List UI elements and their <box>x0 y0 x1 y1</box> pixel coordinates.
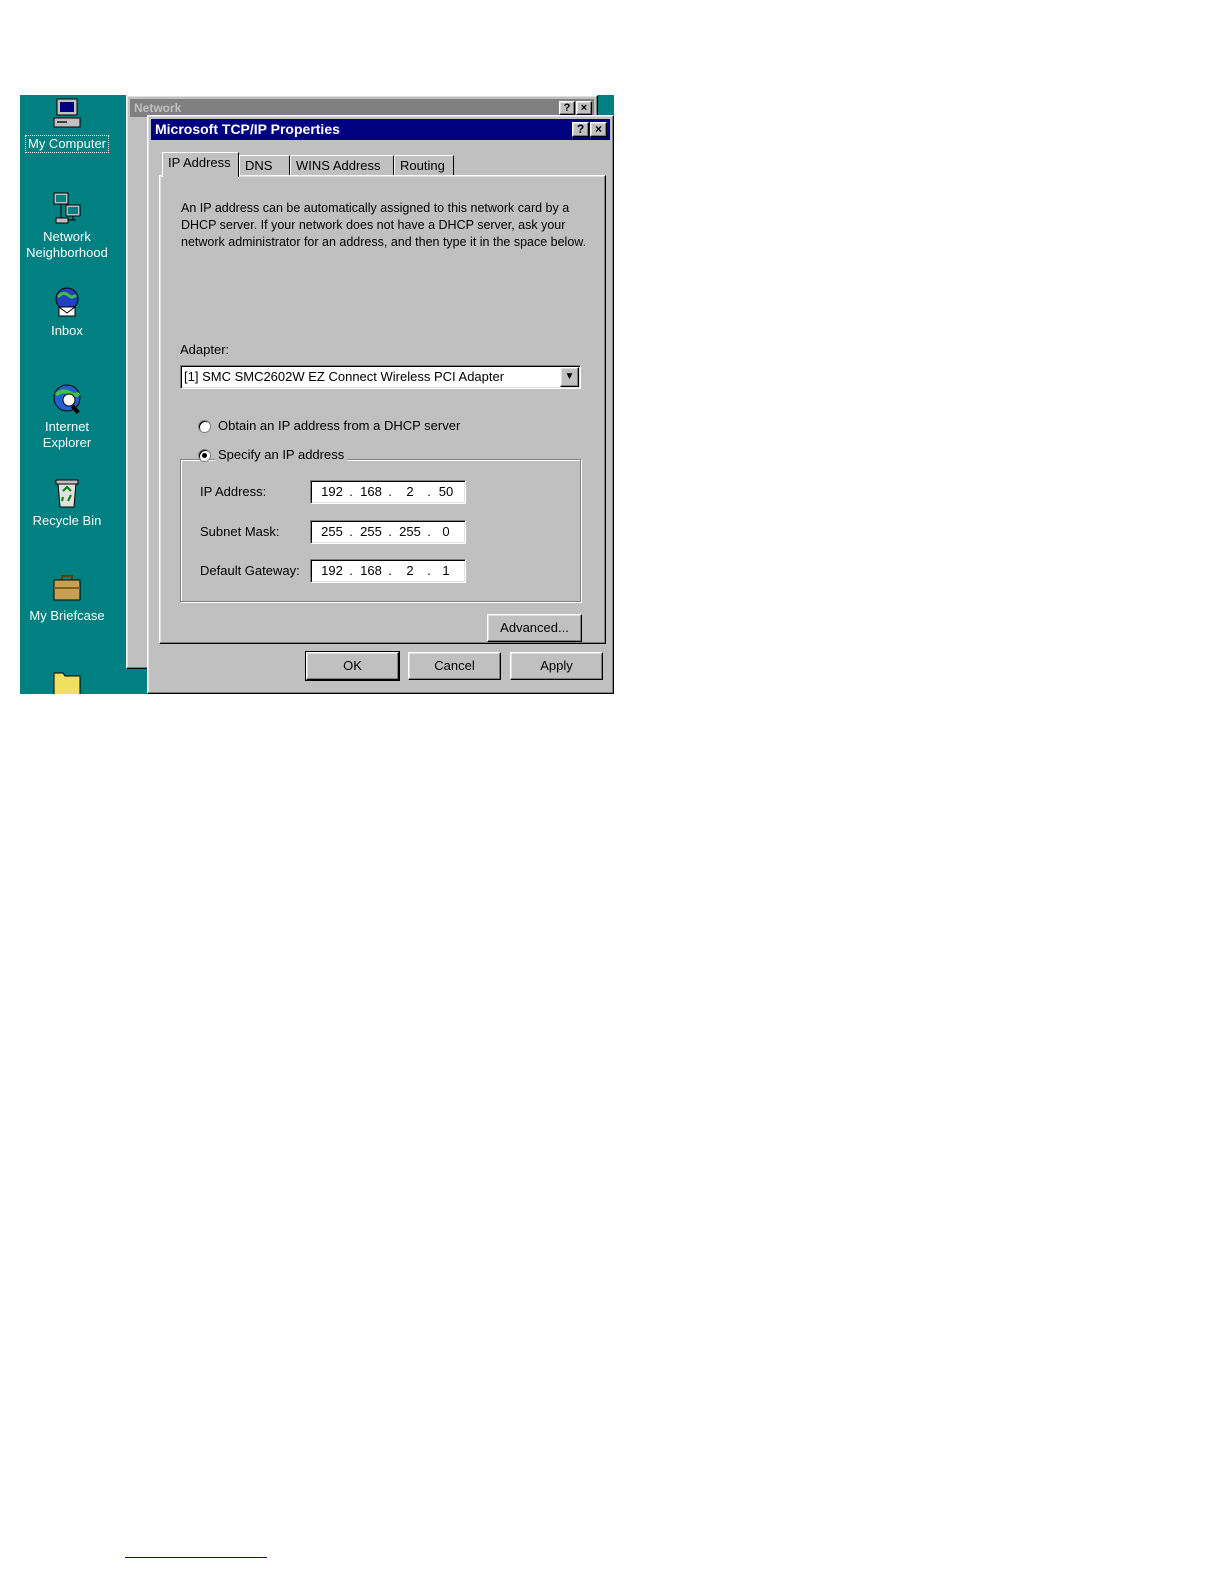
tab-dns[interactable]: DNS <box>239 155 290 175</box>
dialog-titlebar[interactable]: Microsoft TCP/IP Properties ? × <box>151 119 610 140</box>
apply-button[interactable]: Apply <box>510 652 603 680</box>
desktop-icon-my-computer[interactable]: My Computer <box>20 97 114 153</box>
gw-octet-3: 2 <box>406 563 414 578</box>
desktop-icon-recycle-bin[interactable]: Recycle Bin <box>20 475 114 529</box>
underline-rule <box>125 1557 267 1558</box>
network-neighborhood-icon <box>53 192 81 224</box>
network-close-button[interactable]: × <box>576 101 592 115</box>
tab-ip-address[interactable]: IP Address <box>162 152 239 177</box>
gw-octet-1: 192 <box>321 563 343 578</box>
ip-octet-2: 168 <box>360 484 382 499</box>
ok-button[interactable]: OK <box>305 651 400 681</box>
subnet-mask-field[interactable]: 255 . 255 . 255 . 0 <box>310 520 466 544</box>
ip-description: An IP address can be automatically assig… <box>181 201 587 249</box>
mask-octet-4: 0 <box>442 524 450 539</box>
subnet-mask-label: Subnet Mask: <box>200 524 280 539</box>
dialog-title: Microsoft TCP/IP Properties <box>155 121 340 137</box>
desktop: My Computer Network Neighborhood Inbox I… <box>20 95 614 694</box>
radio-selected-dot <box>202 453 207 458</box>
desktop-icon-label: Inbox <box>51 323 83 338</box>
default-gateway-field[interactable]: 192 . 168 . 2 . 1 <box>310 559 466 583</box>
ip-octet-1: 192 <box>321 484 343 499</box>
mask-octet-3: 255 <box>399 524 421 539</box>
tab-wins-address[interactable]: WINS Address <box>290 155 394 175</box>
chevron-down-icon[interactable]: ▼ <box>560 367 579 387</box>
adapter-label: Adapter: <box>180 342 230 357</box>
desktop-icon-internet-explorer[interactable]: Internet Explorer <box>20 381 114 451</box>
desktop-icon-my-briefcase[interactable]: My Briefcase <box>20 570 114 624</box>
desktop-icon-label: Recycle Bin <box>32 513 102 528</box>
mask-octet-2: 255 <box>360 524 382 539</box>
default-gateway-label: Default Gateway: <box>200 563 300 578</box>
desktop-icon-label: Internet Explorer <box>42 419 92 450</box>
tcpip-properties-dialog[interactable]: Microsoft TCP/IP Properties ? × IP Addre… <box>147 115 614 694</box>
radio-specify-ip[interactable] <box>198 449 211 462</box>
mask-octet-1: 255 <box>321 524 343 539</box>
ip-octet-3: 2 <box>406 484 414 499</box>
ip-octet-4: 50 <box>438 484 454 499</box>
cancel-button[interactable]: Cancel <box>408 652 501 680</box>
desktop-icon-network-neighborhood[interactable]: Network Neighborhood <box>20 191 114 261</box>
desktop-icon-inbox[interactable]: Inbox <box>20 285 114 339</box>
desktop-icon-label: My Briefcase <box>29 608 105 623</box>
ip-address-label: IP Address: <box>200 484 267 499</box>
ip-address-panel: An IP address can be automatically assig… <box>159 175 606 644</box>
network-help-button[interactable]: ? <box>559 101 575 115</box>
briefcase-icon <box>53 575 81 601</box>
folder-icon <box>53 672 81 694</box>
internet-explorer-icon <box>53 384 81 415</box>
radio-obtain-dhcp[interactable] <box>198 420 211 433</box>
advanced-button[interactable]: Advanced... <box>487 614 582 642</box>
radio-specify-label[interactable]: Specify an IP address <box>215 447 348 462</box>
dialog-close-button[interactable]: × <box>590 122 607 137</box>
my-computer-icon <box>53 98 81 128</box>
gw-octet-2: 168 <box>360 563 382 578</box>
adapter-value: [1] SMC SMC2602W EZ Connect Wireless PCI… <box>184 369 505 384</box>
dialog-help-button[interactable]: ? <box>572 122 589 137</box>
desktop-icon-label: My Computer <box>24 135 110 153</box>
gw-octet-4: 1 <box>442 563 450 578</box>
adapter-select[interactable]: [1] SMC SMC2602W EZ Connect Wireless PCI… <box>180 365 581 389</box>
desktop-icon-folder[interactable] <box>20 665 114 694</box>
network-window-title: Network <box>134 101 182 115</box>
ip-address-field[interactable]: 192 . 168 . 2 . 50 <box>310 480 466 504</box>
recycle-bin-icon <box>55 479 79 508</box>
inbox-icon <box>55 287 79 317</box>
radio-obtain-label[interactable]: Obtain an IP address from a DHCP server <box>218 418 460 433</box>
desktop-icon-label: Network Neighborhood <box>26 229 108 260</box>
tab-routing[interactable]: Routing <box>394 155 454 175</box>
